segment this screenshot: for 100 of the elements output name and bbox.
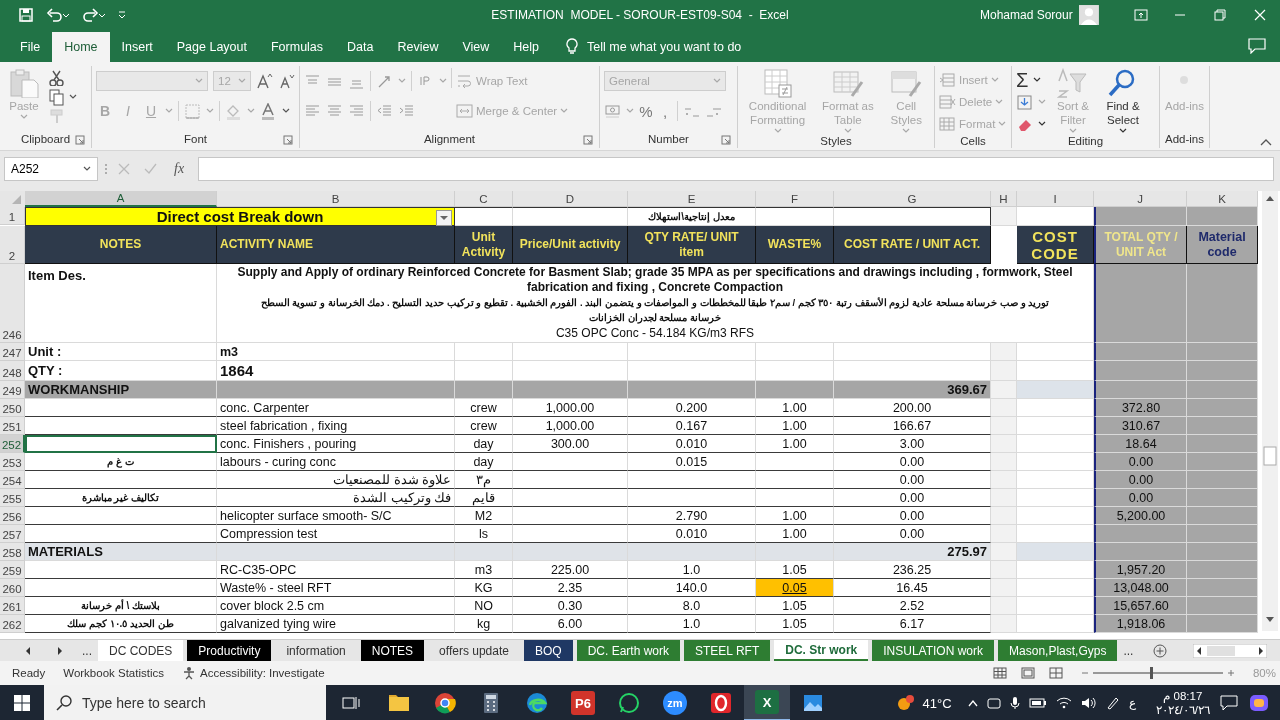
column-header[interactable]: H xyxy=(991,191,1017,207)
page-break-view-icon[interactable] xyxy=(1048,667,1063,679)
edge-app-icon[interactable] xyxy=(525,691,549,715)
caret-icon[interactable] xyxy=(282,108,290,114)
row-header[interactable]: 249 xyxy=(0,381,25,399)
cut-icon[interactable] xyxy=(48,70,64,86)
spreadsheet-app-button[interactable]: X xyxy=(755,690,779,714)
copilot-icon[interactable] xyxy=(1248,693,1270,713)
menu-tab[interactable]: Review xyxy=(385,32,451,62)
workbook-statistics-button[interactable]: Workbook Statistics xyxy=(63,667,164,679)
more-sheets-button[interactable]: ... xyxy=(80,640,94,661)
increase-font-icon[interactable] xyxy=(256,72,273,90)
row-header[interactable]: 2 xyxy=(0,226,25,264)
windows-start-icon[interactable] xyxy=(14,695,30,711)
dialog-launcher-icon[interactable] xyxy=(75,135,85,145)
caret-icon[interactable] xyxy=(83,166,91,172)
pen-icon[interactable] xyxy=(1105,696,1120,710)
row-header[interactable]: 255 xyxy=(0,489,25,507)
caret-icon[interactable] xyxy=(1038,121,1046,127)
camera-icon[interactable] xyxy=(986,696,1001,710)
column-header[interactable]: B xyxy=(217,191,455,207)
customize-toolbar-icon[interactable] xyxy=(118,10,126,20)
caret-icon[interactable] xyxy=(1033,77,1042,83)
dialog-launcher-icon[interactable] xyxy=(583,135,593,145)
column-header[interactable]: D xyxy=(513,191,628,207)
row-header[interactable]: 256 xyxy=(0,507,25,525)
name-box[interactable]: A252 xyxy=(4,157,98,181)
p6-app-button[interactable]: P6 xyxy=(571,691,595,715)
maximize-icon[interactable] xyxy=(1213,8,1228,22)
more-sheets-button[interactable]: ... xyxy=(1121,640,1136,661)
sheet-tab[interactable]: Mason,Plast,Gyps xyxy=(998,640,1118,661)
volume-icon[interactable] xyxy=(1080,696,1097,710)
sheet-tab[interactable]: STEEL RFT xyxy=(684,640,771,661)
row-header[interactable]: 259 xyxy=(0,561,25,579)
collapse-ribbon-icon[interactable] xyxy=(1260,138,1272,146)
comment-icon[interactable] xyxy=(1248,38,1266,54)
accounting-format-icon[interactable] xyxy=(604,102,621,120)
opera-app-icon[interactable] xyxy=(709,691,733,715)
battery-icon[interactable] xyxy=(1028,698,1047,708)
column-header[interactable]: I xyxy=(1017,191,1094,207)
column-header[interactable]: J xyxy=(1094,191,1187,207)
sheet-tab[interactable]: Productivity xyxy=(187,640,272,661)
insert-function-button[interactable]: fx xyxy=(174,161,185,177)
close-icon[interactable] xyxy=(1253,8,1268,22)
percent-style-button[interactable]: % xyxy=(639,102,653,120)
row-header[interactable]: 260 xyxy=(0,579,25,597)
row-header[interactable]: 246 xyxy=(0,264,25,343)
avatar-icon[interactable] xyxy=(1078,4,1099,26)
dialog-launcher-icon[interactable] xyxy=(721,135,731,145)
borders-icon[interactable] xyxy=(184,102,201,120)
clock[interactable]: 08:17 م ٢٠٢٤/٠٦/٢٦ xyxy=(1155,689,1210,717)
decrease-font-icon[interactable] xyxy=(278,72,295,90)
page-layout-view-icon[interactable] xyxy=(1020,667,1035,679)
tell-me-search[interactable]: Tell me what you want to do xyxy=(587,40,742,54)
row-header[interactable]: 253 xyxy=(0,453,25,471)
column-header[interactable]: C xyxy=(455,191,513,207)
vertical-scrollbar[interactable] xyxy=(1262,191,1278,631)
row-header[interactable]: 254 xyxy=(0,471,25,489)
zoom-slider-thumb[interactable] xyxy=(1150,667,1154,679)
caret-icon[interactable] xyxy=(69,94,77,100)
show-hidden-icons-icon[interactable] xyxy=(967,699,978,707)
undo-icon[interactable] xyxy=(46,7,70,23)
microphone-icon[interactable] xyxy=(1009,696,1020,710)
sheet-tab[interactable]: DC. Earth work xyxy=(576,640,680,661)
zoom-out-icon[interactable] xyxy=(1080,669,1089,677)
add-sheet-icon[interactable] xyxy=(1153,643,1168,658)
font-color-icon[interactable] xyxy=(260,102,277,120)
task-view-icon[interactable] xyxy=(342,695,360,711)
caret-icon[interactable] xyxy=(1119,128,1127,134)
zoom-in-icon[interactable] xyxy=(1226,669,1235,677)
dialog-launcher-icon[interactable] xyxy=(283,135,293,145)
accessibility-button[interactable]: Accessibility: Investigate xyxy=(182,666,325,680)
comma-style-button[interactable]: , xyxy=(658,102,672,120)
menu-tab[interactable]: File xyxy=(8,32,53,62)
row-header[interactable]: 251 xyxy=(0,417,25,435)
save-icon[interactable] xyxy=(18,7,34,23)
drag-handle-icon[interactable] xyxy=(104,163,108,175)
notifications-icon[interactable] xyxy=(1220,695,1238,711)
row-header[interactable]: 262 xyxy=(0,615,25,633)
scroll-left-icon[interactable] xyxy=(24,645,32,656)
row-header[interactable]: 247 xyxy=(0,343,25,361)
row-header[interactable]: 261 xyxy=(0,597,25,615)
column-header[interactable]: E xyxy=(628,191,756,207)
row-header[interactable]: 258 xyxy=(0,543,25,561)
menu-tab[interactable]: Home xyxy=(52,32,110,62)
row-header[interactable]: 252 xyxy=(0,435,25,453)
normal-view-icon[interactable] xyxy=(992,667,1007,679)
whatsapp-app-icon[interactable] xyxy=(617,691,641,715)
font-name-field[interactable] xyxy=(96,71,208,91)
column-header[interactable]: F xyxy=(756,191,834,207)
menu-tab[interactable]: Page Layout xyxy=(164,32,259,62)
filter-dropdown-icon[interactable] xyxy=(436,210,452,226)
row-header[interactable]: 1 xyxy=(0,207,25,225)
sheet-tab[interactable]: BOQ xyxy=(523,640,573,661)
row-header[interactable]: 250 xyxy=(0,399,25,417)
fill-icon[interactable] xyxy=(1016,93,1033,111)
sheet-tab[interactable]: DC CODES xyxy=(98,640,184,661)
ribbon-display-icon[interactable] xyxy=(1133,8,1148,22)
sheet-tab[interactable]: DC. Str work xyxy=(774,640,869,661)
input-language[interactable]: ع xyxy=(1128,696,1136,710)
